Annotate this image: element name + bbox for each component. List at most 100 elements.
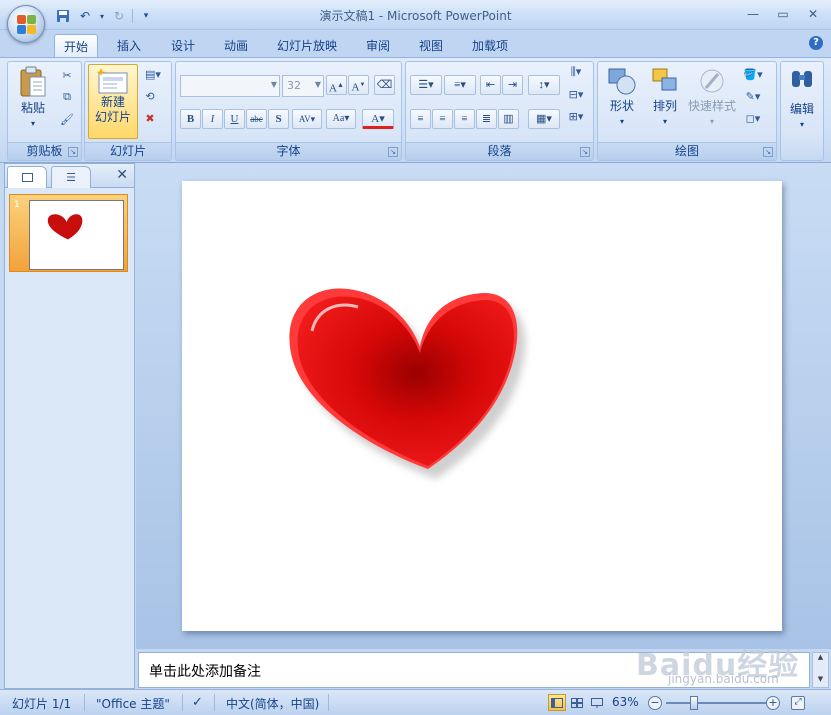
grow-font-icon[interactable]: A▲ [326, 75, 347, 95]
quick-styles-dropdown-icon: ▾ [709, 117, 714, 126]
font-size-value: 32 [287, 79, 301, 92]
change-case-icon[interactable]: Aa▾ [326, 109, 356, 129]
slide-view-icon [21, 173, 33, 182]
tab-view[interactable]: 视图 [410, 34, 452, 57]
scroll-up-icon[interactable]: ▲ [813, 653, 828, 665]
language-status[interactable]: 中文(简体，中国) [226, 695, 319, 712]
justify-icon[interactable]: ≣ [476, 109, 497, 129]
layout-icon[interactable]: ▤▾ [141, 66, 165, 82]
align-left-icon[interactable]: ≡ [410, 109, 431, 129]
tab-slide-show[interactable]: 幻灯片放映 [268, 34, 346, 57]
paragraph-launcher-icon[interactable]: ↘ [580, 147, 590, 157]
status-bar: 幻灯片 1/1 "Office 主题" ✓ 中文(简体，中国) 63% − + … [0, 689, 831, 715]
font-group: ▼ 32 ▼ A▲ A▼ ⌫ B I U abc S AV▾ Aa▾ A▾ 字体… [175, 61, 402, 161]
slide-sorter-view-icon[interactable] [568, 694, 586, 711]
numbering-icon[interactable]: ≡▾ [444, 75, 476, 95]
title-bar: ↶ ▾ ↻ ▾ 演示文稿1 - Microsoft PowerPoint — ▭… [0, 0, 831, 43]
shape-outline-icon[interactable]: ✎▾ [740, 88, 766, 104]
slides-pane: ☰ ✕ 1 [4, 163, 135, 689]
zoom-in-icon[interactable]: + [766, 696, 780, 710]
scroll-down-icon[interactable]: ▼ [813, 675, 828, 687]
pane-close-icon[interactable]: ✕ [116, 167, 128, 183]
slide-editing-area [136, 163, 831, 649]
font-size-combo[interactable]: 32 ▼ [282, 75, 324, 97]
help-icon[interactable]: ? [809, 36, 823, 50]
arrange-label: 排列 [652, 99, 677, 113]
minimize-icon[interactable]: — [739, 4, 767, 24]
line-spacing-icon[interactable]: ↕▾ [528, 75, 560, 95]
reset-slide-icon[interactable]: ⟲ [141, 88, 159, 104]
window-controls: — ▭ ✕ [739, 4, 827, 24]
font-name-dropdown-icon: ▼ [270, 80, 277, 89]
font-name-combo[interactable]: ▼ [180, 75, 280, 97]
delete-slide-icon[interactable]: ✖ [141, 110, 159, 126]
font-launcher-icon[interactable]: ↘ [388, 147, 398, 157]
italic-icon[interactable]: I [202, 109, 223, 129]
clipboard-launcher-icon[interactable]: ↘ [68, 147, 78, 157]
decrease-indent-icon[interactable]: ⇤ [480, 75, 501, 95]
clear-formatting-icon[interactable]: ⌫ [374, 75, 395, 95]
format-painter-icon[interactable]: 🖌 [58, 111, 76, 127]
bold-icon[interactable]: B [180, 109, 201, 129]
slides-tab[interactable] [7, 166, 47, 188]
paste-label: 粘贴 [20, 101, 45, 115]
shapes-button[interactable]: 形状 ▾ [602, 66, 642, 138]
font-color-icon[interactable]: A▾ [362, 109, 394, 129]
underline-icon[interactable]: U [224, 109, 245, 129]
fit-to-window-icon[interactable]: ⤢ [791, 696, 805, 710]
shape-effects-icon[interactable]: ◻▾ [740, 110, 766, 126]
office-button[interactable] [7, 5, 45, 43]
tab-home[interactable]: 开始 [54, 34, 99, 57]
new-slide-icon [96, 68, 128, 94]
convert-smartart-icon[interactable]: ⊞▾ [564, 108, 588, 124]
heart-image[interactable] [182, 181, 782, 631]
slide-show-view-icon[interactable] [588, 694, 606, 711]
copy-icon[interactable]: ⧉ [58, 89, 76, 105]
maximize-icon[interactable]: ▭ [769, 4, 797, 24]
align-text-icon[interactable]: ⊟▾ [564, 86, 588, 102]
shrink-font-icon[interactable]: A▼ [348, 75, 369, 95]
drawing-group-label: 绘图 [598, 142, 776, 160]
tab-insert[interactable]: 插入 [108, 34, 150, 57]
distributed-icon[interactable]: ▥ [498, 109, 519, 129]
outline-tab[interactable]: ☰ [51, 166, 91, 188]
editing-dropdown-icon: ▾ [799, 120, 804, 129]
slide-thumbnail-item[interactable]: 1 [9, 194, 128, 272]
font-group-label: 字体 [176, 142, 401, 160]
notes-scrollbar[interactable]: ▲ ▼ [812, 652, 829, 688]
new-slide-button[interactable]: 新建 幻灯片 [88, 64, 138, 139]
zoom-out-icon[interactable]: − [648, 696, 662, 710]
editing-button[interactable]: 编辑 ▾ [783, 66, 821, 158]
quick-styles-button[interactable]: 快速样式 ▾ [686, 66, 738, 138]
arrange-icon [652, 68, 677, 91]
increase-indent-icon[interactable]: ⇥ [502, 75, 523, 95]
zoom-slider-track[interactable] [666, 702, 766, 704]
theme-status[interactable]: "Office 主题" [96, 695, 170, 712]
align-center-icon[interactable]: ≡ [432, 109, 453, 129]
text-direction-icon[interactable]: ⫼▾ [564, 64, 588, 80]
normal-view-icon[interactable] [548, 694, 566, 711]
arrange-button[interactable]: 排列 ▾ [644, 66, 686, 138]
tab-design[interactable]: 设计 [162, 34, 204, 57]
close-icon[interactable]: ✕ [799, 4, 827, 24]
cut-icon[interactable]: ✂ [58, 67, 76, 83]
spelling-check-icon[interactable]: ✓ [192, 695, 203, 710]
shape-fill-icon[interactable]: 🪣▾ [740, 66, 766, 82]
strikethrough-icon[interactable]: abc [246, 109, 267, 129]
align-right-icon[interactable]: ≡ [454, 109, 475, 129]
shapes-label: 形状 [609, 99, 634, 113]
columns-icon[interactable]: ▦▾ [528, 109, 560, 129]
zoom-level[interactable]: 63% [612, 695, 639, 709]
text-shadow-icon[interactable]: S [268, 109, 289, 129]
tab-add-ins[interactable]: 加载项 [463, 34, 517, 57]
drawing-launcher-icon[interactable]: ↘ [763, 147, 773, 157]
bullets-icon[interactable]: ☰▾ [410, 75, 442, 95]
tab-animations[interactable]: 动画 [215, 34, 257, 57]
slide-canvas[interactable] [182, 181, 782, 631]
paste-button[interactable]: 粘贴 ▾ [12, 66, 54, 138]
slide-thumbnail-number: 1 [14, 200, 20, 210]
zoom-slider-thumb[interactable] [690, 696, 698, 710]
character-spacing-icon[interactable]: AV▾ [292, 109, 322, 129]
notes-pane[interactable]: 单击此处添加备注 [138, 652, 810, 688]
tab-review[interactable]: 审阅 [357, 34, 399, 57]
